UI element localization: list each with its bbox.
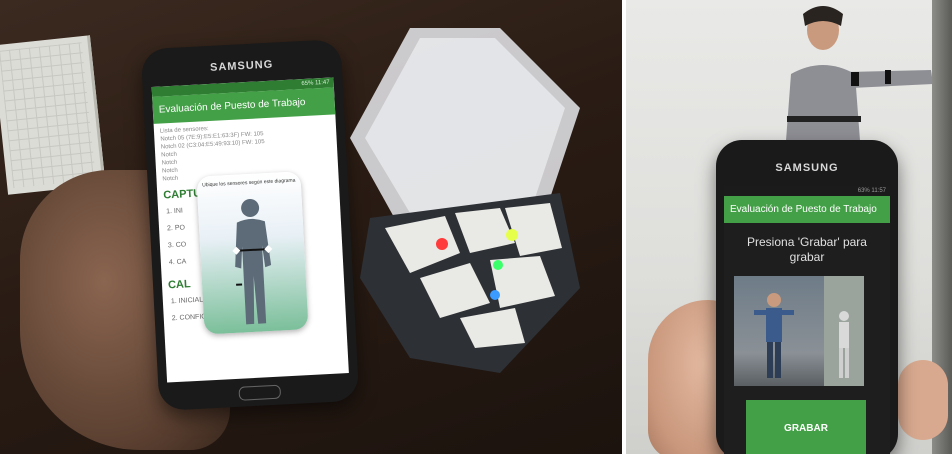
home-button[interactable]: [238, 384, 282, 401]
sensor-diagram-dialog: Ubique los sensores según este diagrama: [196, 171, 309, 335]
notebook: [0, 35, 106, 195]
led-green: [493, 260, 503, 270]
person-wearing-sensors: [785, 6, 933, 154]
phone-screen: 65% 11:47 Evaluación de Puesto de Trabaj…: [151, 77, 349, 383]
avatar-preview-icon: [754, 276, 864, 386]
right-photo-panel: SAMSUNG 63% 11:57 Evaluación de Puesto d…: [626, 0, 952, 454]
camera-preview: [734, 276, 864, 386]
hand: [898, 360, 948, 440]
phone-brand: SAMSUNG: [209, 58, 274, 74]
sensor-kit-case: [350, 28, 580, 373]
led-yellow: [506, 229, 518, 241]
led-blue: [490, 290, 500, 300]
status-bar: 63% 11:57: [724, 186, 890, 196]
left-photo-panel: SAMSUNG 65% 11:47 Evaluación de Puesto d…: [0, 0, 622, 454]
phone-screen: 63% 11:57 Evaluación de Puesto de Trabaj…: [724, 186, 890, 454]
phone-right: SAMSUNG 63% 11:57 Evaluación de Puesto d…: [716, 140, 898, 454]
record-button[interactable]: GRABAR: [746, 400, 866, 454]
body-silhouette-icon: [232, 198, 273, 325]
phone-left: SAMSUNG 65% 11:47 Evaluación de Puesto d…: [140, 39, 360, 411]
app-title: Evaluación de Puesto de Trabajo: [724, 196, 890, 223]
phone-brand: SAMSUNG: [775, 162, 839, 174]
recording-instruction: Presiona 'Grabar' para grabar: [747, 235, 867, 264]
led-red: [436, 238, 448, 250]
